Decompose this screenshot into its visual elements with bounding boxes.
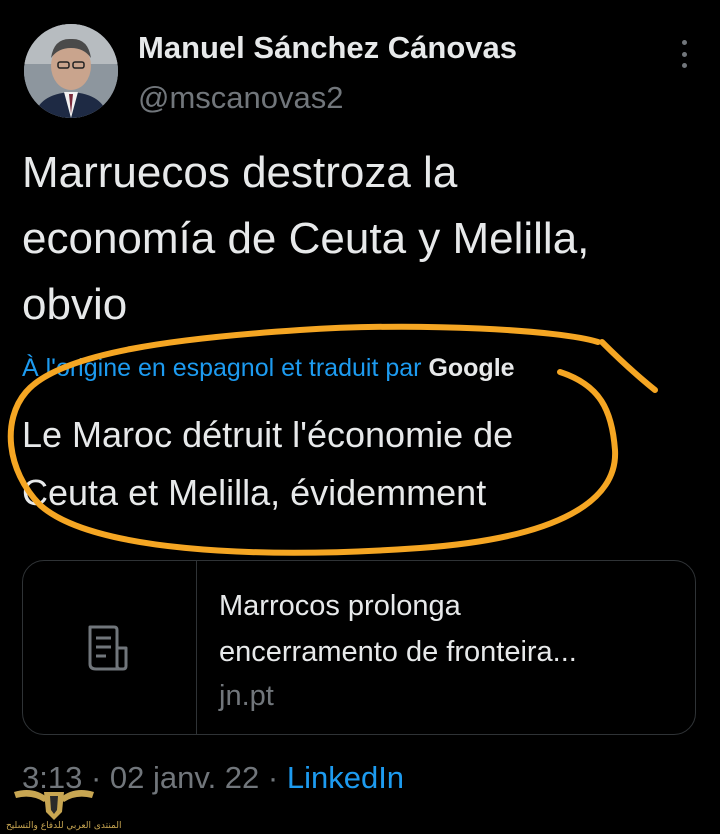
more-options-icon[interactable] <box>678 40 690 68</box>
profile-photo <box>24 24 118 118</box>
tweet-source[interactable]: LinkedIn <box>287 760 404 795</box>
link-card-title: Marrocos prolonga encerramento de fronte… <box>219 583 679 675</box>
link-card-thumbnail <box>23 561 197 734</box>
tweet-text-line: obvio <box>22 280 128 329</box>
avatar[interactable] <box>24 24 118 118</box>
tweet-date[interactable]: 02 janv. 22 <box>110 760 259 795</box>
author-name[interactable]: Manuel Sánchez Cánovas <box>138 30 517 66</box>
tweet-text: Marruecos destroza la economía de Ceuta … <box>22 140 702 338</box>
tweet-text-line: economía de Ceuta y Melilla, <box>22 214 590 263</box>
document-icon <box>88 625 127 670</box>
translated-by-label: À l'origine en espagnol et traduit par <box>22 354 422 382</box>
google-logo: Google <box>428 354 515 382</box>
link-card[interactable]: Marrocos prolonga encerramento de fronte… <box>22 560 696 735</box>
link-card-title-line: encerramento de fronteira... <box>219 636 577 668</box>
watermark-text: المنتدى العربي للدفاع والتسليح <box>6 821 122 831</box>
translated-text-line: Le Maroc détruit l'économie de <box>22 414 514 455</box>
translation-attribution[interactable]: À l'origine en espagnol et traduit par G… <box>22 354 515 383</box>
link-card-title-line: Marrocos prolonga <box>219 590 461 622</box>
author-handle[interactable]: @mscanovas2 <box>138 80 344 116</box>
meta-separator: · <box>259 760 287 795</box>
translated-text: Le Maroc détruit l'économie de Ceuta et … <box>22 406 702 522</box>
translated-text-line: Ceuta et Melilla, évidemment <box>22 472 487 513</box>
tweet-text-line: Marruecos destroza la <box>22 148 458 197</box>
link-card-body: Marrocos prolonga encerramento de fronte… <box>219 583 679 717</box>
link-card-domain: jn.pt <box>219 680 274 712</box>
